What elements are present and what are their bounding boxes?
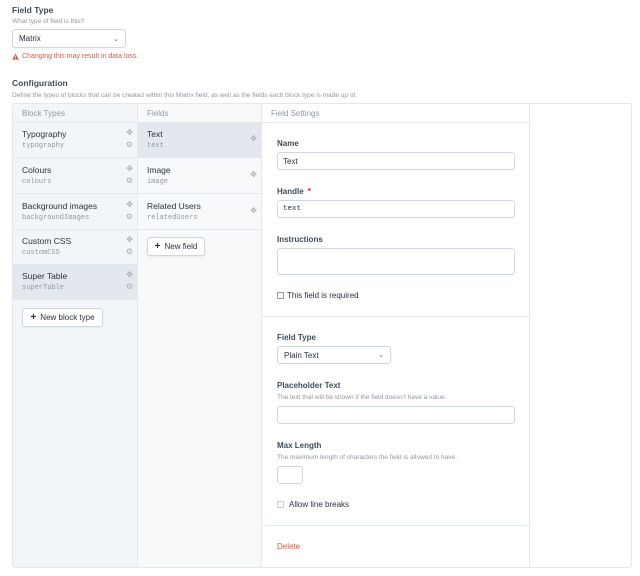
- max-length-label-text: Max Length: [277, 441, 322, 450]
- plain-field-type-label-text: Field Type: [277, 333, 316, 342]
- instructions-label: Instructions: [277, 235, 323, 244]
- field-name: Text: [147, 129, 163, 139]
- placeholder-label: Placeholder Text: [277, 381, 340, 390]
- handle-label-text: Handle: [277, 186, 304, 196]
- block-type-name: Super Table: [22, 271, 68, 281]
- block-type-handle: customCSS: [22, 249, 60, 257]
- move-icon[interactable]: ✥: [126, 236, 133, 244]
- field-name: Related Users: [147, 201, 201, 211]
- max-length-hint: The maximum length of characters the fie…: [277, 454, 457, 461]
- move-icon[interactable]: ✥: [126, 271, 133, 279]
- name-label: Name: [277, 139, 299, 148]
- chevron-down-icon: ⌄: [113, 35, 119, 43]
- placeholder-hint: The text that will be shown if the field…: [277, 394, 447, 401]
- new-field-button[interactable]: + New field: [147, 237, 205, 256]
- plus-icon: +: [30, 311, 37, 323]
- new-block-type-label: New block type: [40, 313, 95, 322]
- max-length-label: Max Length: [277, 441, 321, 450]
- gear-icon[interactable]: ⚙: [126, 177, 133, 185]
- data-loss-warning: Changing this may result in data loss.: [12, 53, 138, 60]
- line-breaks-checkbox[interactable]: [277, 501, 284, 508]
- gear-icon[interactable]: ⚙: [126, 213, 133, 221]
- plus-icon: +: [154, 240, 161, 252]
- chevron-down-icon: ⌄: [378, 352, 384, 359]
- name-label-text: Name: [277, 139, 299, 148]
- plain-field-type-label: Field Type: [277, 333, 316, 342]
- field-settings-column: Field Settings Name Text Handle • text I…: [262, 104, 530, 567]
- block-type-name: Custom CSS: [22, 236, 72, 246]
- new-field-label: New field: [164, 242, 198, 251]
- gear-icon[interactable]: ⚙: [126, 283, 133, 291]
- block-type-handle: typography: [22, 142, 65, 150]
- block-types-header: Block Types: [13, 104, 137, 123]
- delete-link[interactable]: Delete: [277, 542, 300, 551]
- block-type-item[interactable]: Typography typography ✥ ⚙: [13, 123, 137, 158]
- field-type-heading: Field Type: [12, 5, 54, 15]
- block-type-name: Typography: [22, 129, 67, 139]
- required-checkbox[interactable]: [277, 292, 284, 299]
- handle-input[interactable]: text: [277, 200, 515, 218]
- warning-icon: [12, 53, 19, 60]
- gear-icon[interactable]: ⚙: [126, 248, 133, 256]
- block-type-handle: colours: [22, 178, 52, 186]
- matrix-configurator: Block Types Typography typography ✥ ⚙ Co…: [12, 103, 632, 568]
- move-icon[interactable]: ✥: [250, 171, 257, 179]
- move-icon[interactable]: ✥: [126, 165, 133, 173]
- field-handle: image: [147, 178, 169, 186]
- field-type-hint: What type of field is this?: [12, 18, 85, 25]
- handle-label: Handle •: [277, 186, 311, 196]
- required-checkbox-row[interactable]: This field is required: [277, 291, 359, 300]
- configuration-heading: Configuration: [12, 78, 68, 88]
- settings-divider: [262, 316, 529, 317]
- plain-field-type-selected: Plain Text: [284, 350, 319, 360]
- block-type-handle: backgroundImages: [22, 214, 90, 222]
- field-item-selected[interactable]: Text text ✥: [138, 123, 261, 158]
- data-loss-warning-text: Changing this may result in data loss.: [22, 53, 139, 60]
- required-asterisk: •: [307, 185, 312, 196]
- block-type-item[interactable]: Custom CSS customCSS ✥ ⚙: [13, 230, 137, 265]
- plain-field-type-select[interactable]: Plain Text ⌄: [277, 346, 391, 364]
- field-type-select[interactable]: Matrix ⌄: [12, 29, 126, 48]
- gear-icon[interactable]: ⚙: [126, 141, 133, 149]
- placeholder-label-text: Placeholder Text: [277, 381, 341, 390]
- instructions-textarea[interactable]: [277, 248, 515, 275]
- field-handle: relatedUsers: [147, 214, 198, 222]
- block-types-column: Block Types Typography typography ✥ ⚙ Co…: [13, 104, 138, 567]
- instructions-label-text: Instructions: [277, 235, 323, 244]
- block-type-item-selected[interactable]: Super Table superTable ✥ ⚙: [13, 265, 137, 300]
- placeholder-input[interactable]: [277, 406, 515, 424]
- settings-divider: [262, 525, 529, 526]
- block-type-name: Colours: [22, 165, 52, 175]
- new-block-type-button[interactable]: + New block type: [22, 308, 103, 327]
- line-breaks-label: Allow line breaks: [289, 500, 350, 509]
- block-type-item[interactable]: Background images backgroundImages ✥ ⚙: [13, 195, 137, 230]
- line-breaks-checkbox-row[interactable]: Allow line breaks: [277, 500, 349, 509]
- move-icon[interactable]: ✥: [126, 129, 133, 137]
- field-type-selected: Matrix: [19, 34, 41, 43]
- field-item[interactable]: Image image ✥: [138, 159, 261, 194]
- block-type-item[interactable]: Colours colours ✥ ⚙: [13, 159, 137, 194]
- move-icon[interactable]: ✥: [250, 207, 257, 215]
- required-checkbox-label: This field is required: [287, 291, 359, 300]
- field-settings-header: Field Settings: [262, 104, 529, 123]
- field-name: Image: [147, 165, 171, 175]
- move-icon[interactable]: ✥: [250, 135, 257, 143]
- configuration-hint: Define the types of blocks that can be c…: [12, 92, 358, 99]
- name-input[interactable]: Text: [277, 152, 515, 170]
- fields-column: Fields Text text ✥ Image image ✥ Related…: [138, 104, 262, 567]
- move-icon[interactable]: ✥: [126, 201, 133, 209]
- block-type-handle: superTable: [22, 284, 65, 292]
- field-item[interactable]: Related Users relatedUsers ✥: [138, 195, 261, 230]
- max-length-input[interactable]: [277, 466, 303, 484]
- field-handle: text: [147, 142, 164, 150]
- fields-header: Fields: [138, 104, 261, 123]
- block-type-name: Background images: [22, 201, 98, 211]
